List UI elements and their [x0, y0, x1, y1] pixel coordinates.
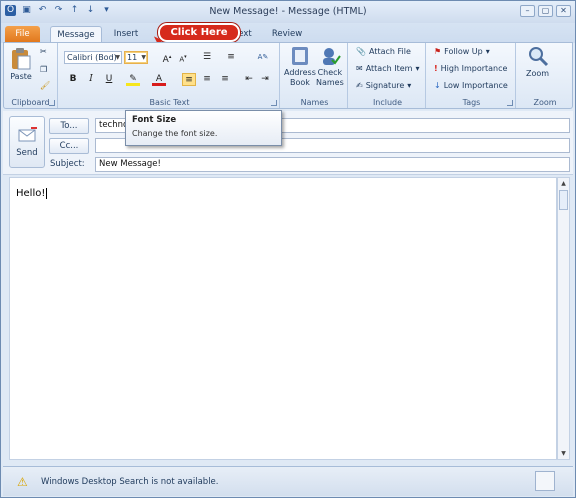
send-icon: [18, 127, 37, 142]
increase-indent-icon[interactable]: ⇥: [258, 73, 272, 86]
minimize-button[interactable]: –: [520, 5, 535, 17]
include-label: Include: [372, 98, 403, 107]
outlook-message-window: O ▣ ↶ ↷ ↑ ↓ ▾ New Message! - Message (HT…: [0, 0, 576, 498]
ribbon-tabs: File Message Insert ext Review: [1, 23, 575, 43]
font-color-icon[interactable]: A: [152, 73, 166, 86]
font-size-tooltip: Font Size Change the font size.: [125, 110, 282, 146]
basic-text-label: Basic Text: [149, 98, 190, 107]
status-text: Windows Desktop Search is not available.: [41, 477, 219, 487]
signature-button[interactable]: ✍ Signature ▾: [356, 81, 411, 90]
title-bar: O ▣ ↶ ↷ ↑ ↓ ▾ New Message! - Message (HT…: [1, 1, 575, 23]
flag-icon: ⚑: [434, 47, 442, 56]
scroll-thumb[interactable]: [559, 190, 568, 210]
vertical-scrollbar[interactable]: ▲ ▼: [557, 177, 570, 460]
check-names-icon: [322, 48, 341, 65]
contact-picture-icon[interactable]: [535, 471, 555, 491]
paste-button[interactable]: Paste: [10, 47, 32, 81]
high-importance-button[interactable]: ! High Importance: [434, 64, 507, 73]
address-book-button[interactable]: Address Book: [284, 45, 316, 87]
paperclip-icon: 📎: [356, 47, 366, 56]
zoom-label: Zoom: [533, 98, 557, 107]
window-title: New Message! - Message (HTML): [209, 6, 367, 17]
attach-item-icon: ✉: [356, 64, 363, 73]
bold-icon[interactable]: B: [66, 73, 80, 86]
message-header: Send To... technol Cc... Subject: New Me…: [3, 111, 573, 175]
tab-insert[interactable]: Insert: [110, 26, 142, 43]
shrink-font-icon[interactable]: A▾: [176, 51, 190, 64]
subject-field[interactable]: New Message!: [95, 157, 570, 172]
numbering-icon[interactable]: ≡: [224, 51, 238, 64]
text-cursor: [46, 188, 48, 199]
clear-formatting-icon[interactable]: A✎: [256, 51, 270, 64]
warning-icon: ⚠: [17, 475, 28, 489]
signature-icon: ✍: [356, 81, 363, 90]
to-button[interactable]: To...: [49, 118, 89, 134]
group-names: Address Book Check Names Names: [282, 43, 348, 108]
status-bar: ⚠ Windows Desktop Search is not availabl…: [3, 466, 573, 496]
attach-item-button[interactable]: ✉ Attach Item ▾: [356, 64, 419, 73]
tooltip-description: Change the font size.: [132, 129, 218, 138]
tab-message[interactable]: Message: [50, 26, 102, 43]
copy-icon[interactable]: ❐: [40, 65, 47, 74]
low-importance-button[interactable]: ↓ Low Importance: [434, 81, 508, 90]
group-basic-text: Calibri (Bod) ▼ 11 ▼ A▴ A▾ ☰ ≡ A✎ B I U ✎ …: [60, 43, 280, 108]
magnifier-icon: [528, 47, 548, 67]
highlight-icon[interactable]: ✎: [126, 73, 140, 86]
clipboard-dialog-launcher[interactable]: [49, 100, 55, 106]
group-include: 📎 Attach File ✉ Attach Item ▾ ✍ Signature ▾ I…: [350, 43, 426, 108]
basic-text-dialog-launcher[interactable]: [271, 100, 277, 106]
scroll-up-icon[interactable]: ▲: [558, 178, 569, 189]
names-label: Names: [300, 98, 329, 107]
format-painter-icon[interactable]: 🖌: [40, 81, 50, 90]
follow-up-button[interactable]: ⚑ Follow Up ▾: [434, 47, 490, 56]
tags-label: Tags: [462, 98, 481, 107]
group-clipboard: Paste ✂ ❐ 🖌 Clipboard: [4, 43, 58, 108]
group-zoom: Zoom Zoom: [518, 43, 572, 108]
tab-file[interactable]: File: [5, 26, 40, 43]
subject-label: Subject:: [50, 159, 85, 169]
grow-font-icon[interactable]: A▴: [160, 51, 174, 65]
body-text: Hello!: [16, 188, 46, 199]
zoom-button[interactable]: Zoom: [526, 45, 549, 78]
click-here-callout: Click Here: [158, 23, 240, 42]
group-tags: ⚑ Follow Up ▾ ! High Importance ↓ Low Import…: [428, 43, 516, 108]
underline-icon[interactable]: U: [102, 73, 116, 86]
font-name-combo[interactable]: Calibri (Bod) ▼: [64, 51, 122, 64]
align-right-icon[interactable]: ≡: [218, 73, 232, 86]
paste-icon: [12, 48, 31, 70]
tab-review[interactable]: Review: [269, 26, 305, 43]
font-size-combo[interactable]: 11 ▼: [124, 51, 148, 64]
check-names-button[interactable]: Check Names: [316, 45, 344, 87]
close-button[interactable]: ✕: [556, 5, 571, 17]
bullets-icon[interactable]: ☰: [200, 51, 214, 64]
align-left-icon[interactable]: ≡: [182, 73, 196, 86]
cc-button[interactable]: Cc...: [49, 138, 89, 154]
tags-dialog-launcher[interactable]: [507, 100, 513, 106]
send-button[interactable]: Send: [9, 116, 45, 168]
italic-icon[interactable]: I: [84, 73, 98, 86]
message-body[interactable]: Hello!: [9, 177, 557, 460]
align-center-icon[interactable]: ≡: [200, 73, 214, 86]
low-importance-icon: ↓: [434, 81, 441, 90]
address-book-icon: [291, 47, 308, 65]
high-importance-icon: !: [434, 64, 438, 73]
decrease-indent-icon[interactable]: ⇤: [242, 73, 256, 86]
tooltip-title: Font Size: [132, 115, 177, 125]
cut-icon[interactable]: ✂: [40, 47, 47, 56]
scroll-down-icon[interactable]: ▼: [558, 448, 569, 459]
maximize-button[interactable]: ▢: [538, 5, 553, 17]
ribbon: Paste ✂ ❐ 🖌 Clipboard Calibri (Bod) ▼ 11 ▼…: [3, 42, 573, 109]
attach-file-button[interactable]: 📎 Attach File: [356, 47, 411, 56]
